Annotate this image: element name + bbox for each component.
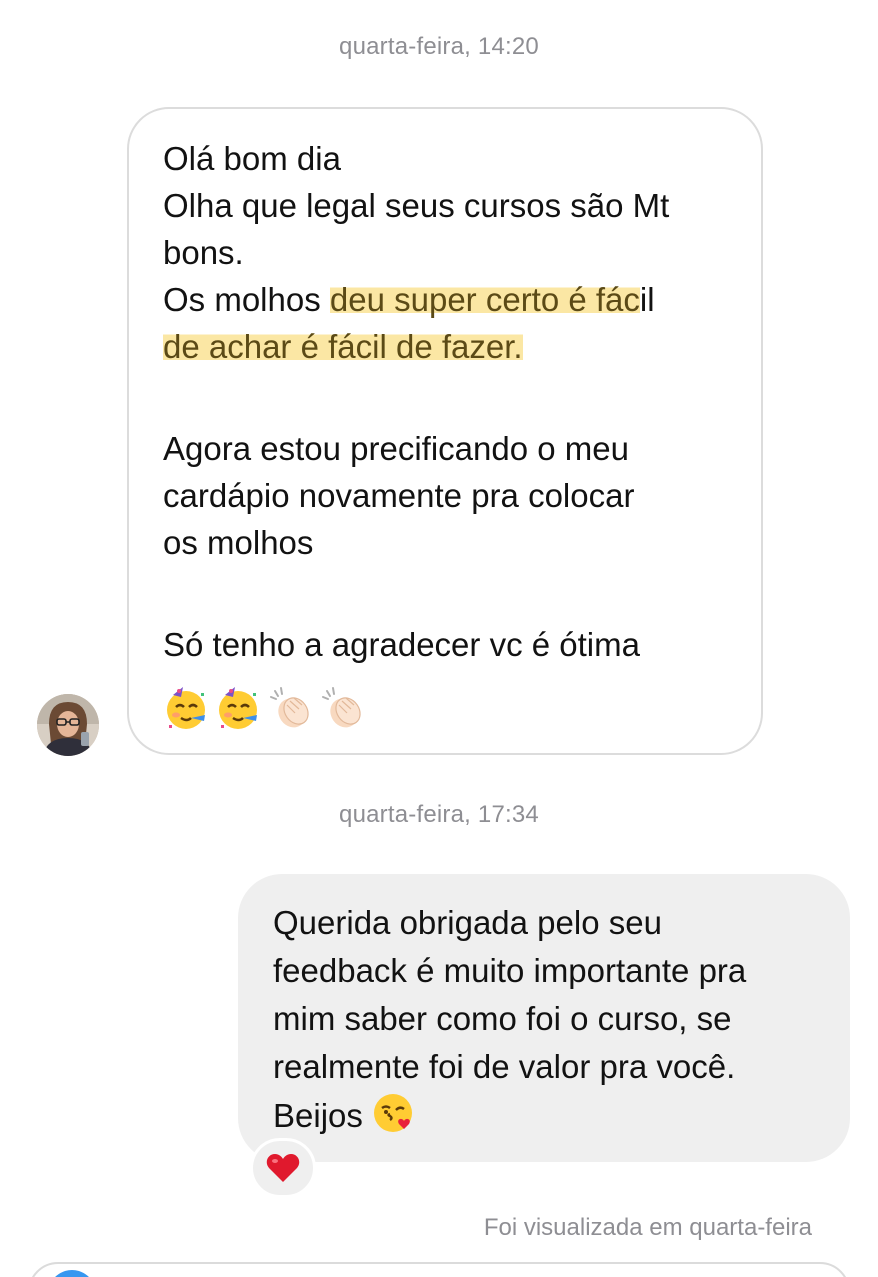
timestamp: quarta-feira, 14:20	[339, 33, 539, 60]
highlighted-text: de achar é fácil de fazer.	[163, 328, 523, 365]
message-line: Só tenho a agradecer vc é ótima	[163, 626, 640, 663]
message-line: Os molhos deu super certo é fácil	[163, 276, 743, 323]
message-line: Olá bom dia	[163, 140, 341, 177]
chat-thread: quarta-feira, 14:20 Olá bom dia Olha que…	[0, 0, 878, 1277]
incoming-message-text: Olá bom dia Olha que legal seus cursos s…	[163, 135, 743, 668]
emoji-row	[163, 685, 365, 731]
clapping-hands-icon	[322, 687, 361, 728]
avatar[interactable]	[37, 694, 99, 756]
message-line: feedback é muito importante pra	[273, 952, 747, 989]
message-text: Beijos	[273, 1097, 363, 1134]
message-line: Querida obrigada pelo seu	[273, 904, 662, 941]
clapping-hands-icon	[270, 687, 309, 728]
message-text: il	[639, 281, 655, 318]
reaction-badge[interactable]	[250, 1138, 316, 1198]
message-line: realmente foi de valor pra você.	[273, 1048, 736, 1085]
avatar-photo	[37, 694, 99, 756]
message-line: Agora estou precificando o meu	[163, 430, 629, 467]
camera-icon[interactable]	[48, 1270, 96, 1277]
message-line: mim saber como foi o curso, se	[273, 1000, 732, 1037]
incoming-message-bubble[interactable]: Olá bom dia Olha que legal seus cursos s…	[127, 107, 763, 755]
timestamp: quarta-feira, 17:34	[339, 801, 539, 828]
message-composer[interactable]	[28, 1262, 850, 1277]
message-line: Olha que legal seus cursos são Mt	[163, 187, 670, 224]
red-heart-icon	[266, 1154, 300, 1182]
message-line: de achar é fácil de fazer.	[163, 323, 743, 370]
outgoing-message-bubble[interactable]: Querida obrigada pelo seu feedback é mui…	[238, 874, 850, 1162]
message-line: bons.	[163, 234, 244, 271]
outgoing-message-text: Querida obrigada pelo seu feedback é mui…	[273, 899, 833, 1140]
message-line: cardápio novamente pra colocar	[163, 477, 635, 514]
partying-face-icon	[219, 687, 257, 729]
partying-face-icon	[167, 687, 205, 729]
seen-status: Foi visualizada em quarta-feira	[483, 1214, 812, 1241]
message-text: Os molhos	[163, 281, 330, 318]
highlighted-text: deu super certo é fác	[329, 281, 640, 318]
message-line: Beijos	[273, 1091, 833, 1140]
face-blowing-kiss-icon	[373, 1094, 412, 1132]
message-line: os molhos	[163, 524, 314, 561]
